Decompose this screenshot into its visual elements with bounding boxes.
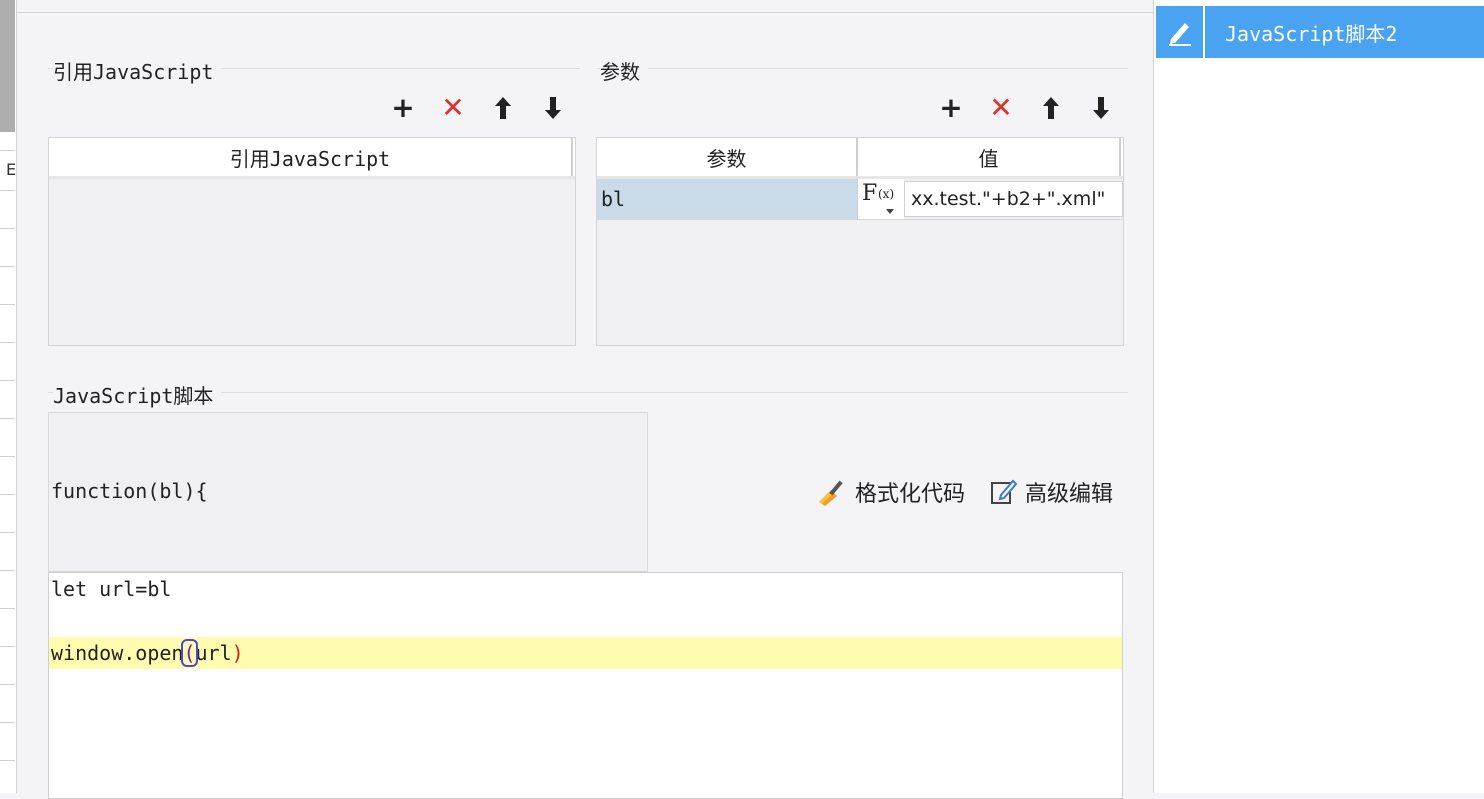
pencil-icon: [1156, 6, 1205, 58]
delete-param-button[interactable]: ✕: [987, 94, 1015, 122]
divider: [17, 12, 1153, 13]
code-token: window.open: [51, 641, 184, 665]
grid-line: [0, 494, 15, 495]
reference-js-table[interactable]: 引用JavaScript: [48, 137, 576, 346]
script-list-label: JavaScript脚本2: [1225, 21, 1398, 46]
reference-js-toolbar: + ✕: [389, 94, 567, 122]
format-code-label: 格式化代码: [855, 482, 966, 507]
add-reference-button[interactable]: +: [389, 94, 417, 122]
arrow-down-icon: [545, 97, 561, 119]
table-row[interactable]: bl F (x) xx.test."+b2+".xml": [597, 179, 1123, 220]
move-up-param-button[interactable]: [1037, 94, 1065, 122]
function-signature-box: function(bl){: [48, 412, 648, 572]
arrow-down-icon: [1093, 97, 1109, 119]
grid-line: [0, 608, 15, 609]
grid-line: [0, 150, 15, 151]
move-down-reference-button[interactable]: [539, 94, 567, 122]
chevron-down-icon: [886, 209, 894, 214]
script-editor-panel: 引用JavaScript + ✕ 引用JavaScript 参数 + ✕ 参数 …: [17, 0, 1153, 799]
grid-line: [0, 532, 15, 533]
code-token: url: [195, 641, 232, 665]
move-up-reference-button[interactable]: [489, 94, 517, 122]
script-list-item[interactable]: JavaScript脚本2: [1156, 6, 1484, 58]
grid-line: [0, 722, 15, 723]
grid-line: [0, 266, 15, 267]
column-letter: E: [6, 160, 17, 179]
grid-line: [0, 760, 15, 761]
param-value-field[interactable]: xx.test."+b2+".xml": [904, 181, 1123, 217]
format-code-button[interactable]: 格式化代码: [815, 476, 965, 508]
bracket-close: ): [231, 641, 244, 665]
left-strip: E: [0, 0, 17, 793]
advanced-edit-button[interactable]: 高级编辑: [989, 476, 1113, 508]
code-line: let url=bl: [51, 577, 172, 601]
grid-line: [0, 190, 15, 191]
grid-line: [0, 304, 15, 305]
grid-line: [0, 418, 15, 419]
grid-line: [0, 570, 15, 571]
script-list-panel: JavaScript脚本2: [1153, 0, 1484, 793]
formula-icon: F: [862, 181, 878, 206]
bracket-open: (: [181, 639, 198, 667]
param-name-cell[interactable]: bl: [597, 179, 857, 219]
params-toolbar: + ✕: [937, 94, 1115, 122]
table-header: 参数 值: [597, 138, 1123, 179]
param-value-header: 值: [858, 138, 1121, 176]
grid-line: [0, 646, 15, 647]
grid-line: [0, 342, 15, 343]
arrow-up-icon: [495, 97, 511, 119]
function-signature: function(bl){: [51, 479, 208, 503]
broom-icon: [819, 480, 843, 506]
grid-line: [0, 380, 15, 381]
grid-line: [0, 456, 15, 457]
advanced-edit-label: 高级编辑: [1025, 482, 1114, 507]
params-table[interactable]: 参数 值 bl F (x) xx.test."+b2+".xml": [596, 137, 1124, 346]
reference-js-title: 引用JavaScript: [53, 56, 222, 85]
scrollbar-thumb[interactable]: [0, 0, 15, 132]
arrow-up-icon: [1043, 97, 1059, 119]
script-title: JavaScript脚本: [53, 380, 222, 409]
param-name-header: 参数: [597, 138, 858, 176]
table-header: 引用JavaScript: [49, 138, 575, 179]
formula-button[interactable]: F (x): [857, 179, 904, 219]
code-editor[interactable]: let url=bl window.open(url): [48, 572, 1123, 799]
code-line-highlighted: window.open(url): [49, 637, 1122, 669]
grid-line: [0, 684, 15, 685]
grid-line: [0, 228, 15, 229]
edit-icon: [991, 479, 1018, 504]
column-header: 引用JavaScript: [49, 138, 573, 176]
section-rule: [597, 68, 1128, 69]
move-down-param-button[interactable]: [1087, 94, 1115, 122]
delete-reference-button[interactable]: ✕: [439, 94, 467, 122]
params-title: 参数: [600, 56, 648, 85]
add-param-button[interactable]: +: [937, 94, 965, 122]
